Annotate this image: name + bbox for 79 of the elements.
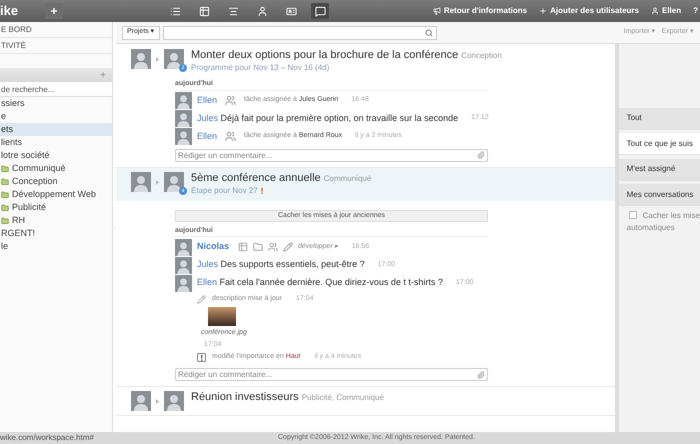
tree-item[interactable]: lotre société	[0, 149, 112, 162]
add-button[interactable]: +	[45, 3, 63, 19]
comment-text: Jules Des supports essentiels, peut-être ?	[197, 258, 365, 272]
status-url: wike.com/workspace.htm#	[0, 432, 95, 444]
tree-item[interactable]: e	[0, 110, 112, 123]
table-icon	[238, 242, 248, 252]
folder-icon	[1, 190, 9, 198]
paperclip-icon[interactable]	[477, 370, 485, 378]
tree-item[interactable]: Communiqué	[0, 162, 112, 175]
topbar-link[interactable]: Retour d'informations	[432, 5, 528, 17]
checkbox-label: automatiques	[626, 222, 676, 234]
checkbox[interactable]	[628, 211, 637, 219]
megaphone-icon	[432, 7, 441, 15]
paperclip-icon[interactable]	[477, 151, 485, 159]
filter-item[interactable]: Tout	[618, 108, 700, 130]
chat-icon[interactable]	[311, 3, 329, 19]
comment-field[interactable]: Rédiger un commentaire...	[175, 148, 488, 162]
topbar-link[interactable]: ?	[693, 5, 698, 17]
logo: ike	[0, 2, 20, 20]
avatar	[175, 274, 192, 292]
pencil-icon	[283, 242, 294, 252]
search-field[interactable]: de recherche...	[0, 82, 112, 97]
avatar	[175, 128, 192, 145]
avatar	[164, 391, 184, 411]
person-icon	[650, 7, 659, 15]
avatar	[175, 256, 192, 274]
avatar	[131, 172, 151, 192]
avatar	[175, 92, 192, 109]
author-link[interactable]: Nicolas	[197, 240, 230, 254]
folder-icon	[253, 242, 264, 252]
arrow-icon	[156, 399, 159, 404]
topbar-link[interactable]: Ajouter des utilisateurs	[539, 5, 639, 17]
people-icon	[225, 131, 236, 142]
task-date: Étape pour Nov 27	[191, 184, 258, 196]
people-icon	[268, 242, 278, 252]
tree-item[interactable]: Publicité	[0, 201, 112, 214]
tree-item[interactable]: lients	[0, 136, 112, 149]
pencil-icon	[197, 295, 206, 304]
avatar	[131, 391, 151, 411]
checkbox-label: Cacher les mise	[642, 210, 700, 222]
tree-item[interactable]: RH	[0, 214, 112, 227]
tree-item[interactable]: RGENT!	[0, 227, 112, 240]
tree-item[interactable]: ssiers	[0, 97, 112, 110]
task-title[interactable]: Réunion investisseurs Publicité, Communiqué	[191, 391, 384, 404]
filter-item[interactable]: Mes conversations	[618, 184, 700, 206]
avatar	[164, 172, 184, 192]
avatar	[131, 49, 151, 69]
people-icon	[225, 95, 236, 106]
topbar-link[interactable]: Ellen	[650, 5, 682, 17]
folder-icon	[1, 216, 9, 224]
avatar	[175, 238, 192, 256]
avatar	[175, 110, 192, 127]
author-link[interactable]: Ellen	[197, 94, 218, 108]
arrow-icon	[156, 57, 159, 62]
task-date: Programmé pour Nov 13 – Nov 16 (4d)	[191, 62, 330, 74]
tree-item[interactable]: Conception	[0, 175, 112, 188]
task-title[interactable]: 5ème conférence annuelle Communiqué	[191, 172, 372, 184]
avatar	[164, 49, 184, 69]
tree-item[interactable]: Développement Web	[0, 188, 112, 201]
search-icon[interactable]	[424, 28, 433, 36]
tree-item[interactable]: le	[0, 240, 112, 253]
plus-icon	[539, 7, 548, 15]
nav-item[interactable]: E BORD	[0, 22, 112, 38]
author-link[interactable]: Ellen	[197, 130, 218, 144]
filter-item[interactable]: M'est assigné	[618, 158, 700, 180]
photo-placeholder[interactable]	[208, 307, 236, 326]
task-title[interactable]: Monter deux options pour la brochure de la conférence Conception	[191, 49, 502, 62]
nav-item[interactable]: TIVITÉ	[0, 38, 112, 54]
folder-icon	[1, 164, 9, 172]
folder-icon	[1, 204, 9, 212]
filter-item[interactable]: Tout ce que je suis	[618, 133, 700, 155]
tree-item[interactable]: ets	[0, 123, 112, 136]
arrow-icon	[156, 180, 159, 184]
warning-icon	[197, 353, 206, 362]
search-field[interactable]	[162, 26, 437, 40]
comment-field[interactable]: Rédiger un commentaire...	[175, 368, 488, 381]
comment-text: Jules Déjà fait pour la première option, on travaille sur la seconde	[197, 112, 458, 125]
folder-icon	[1, 178, 9, 186]
comment-text: Ellen Fait cela l'année dernière. Que diriez-vous de t t-shirts ?	[197, 276, 443, 290]
